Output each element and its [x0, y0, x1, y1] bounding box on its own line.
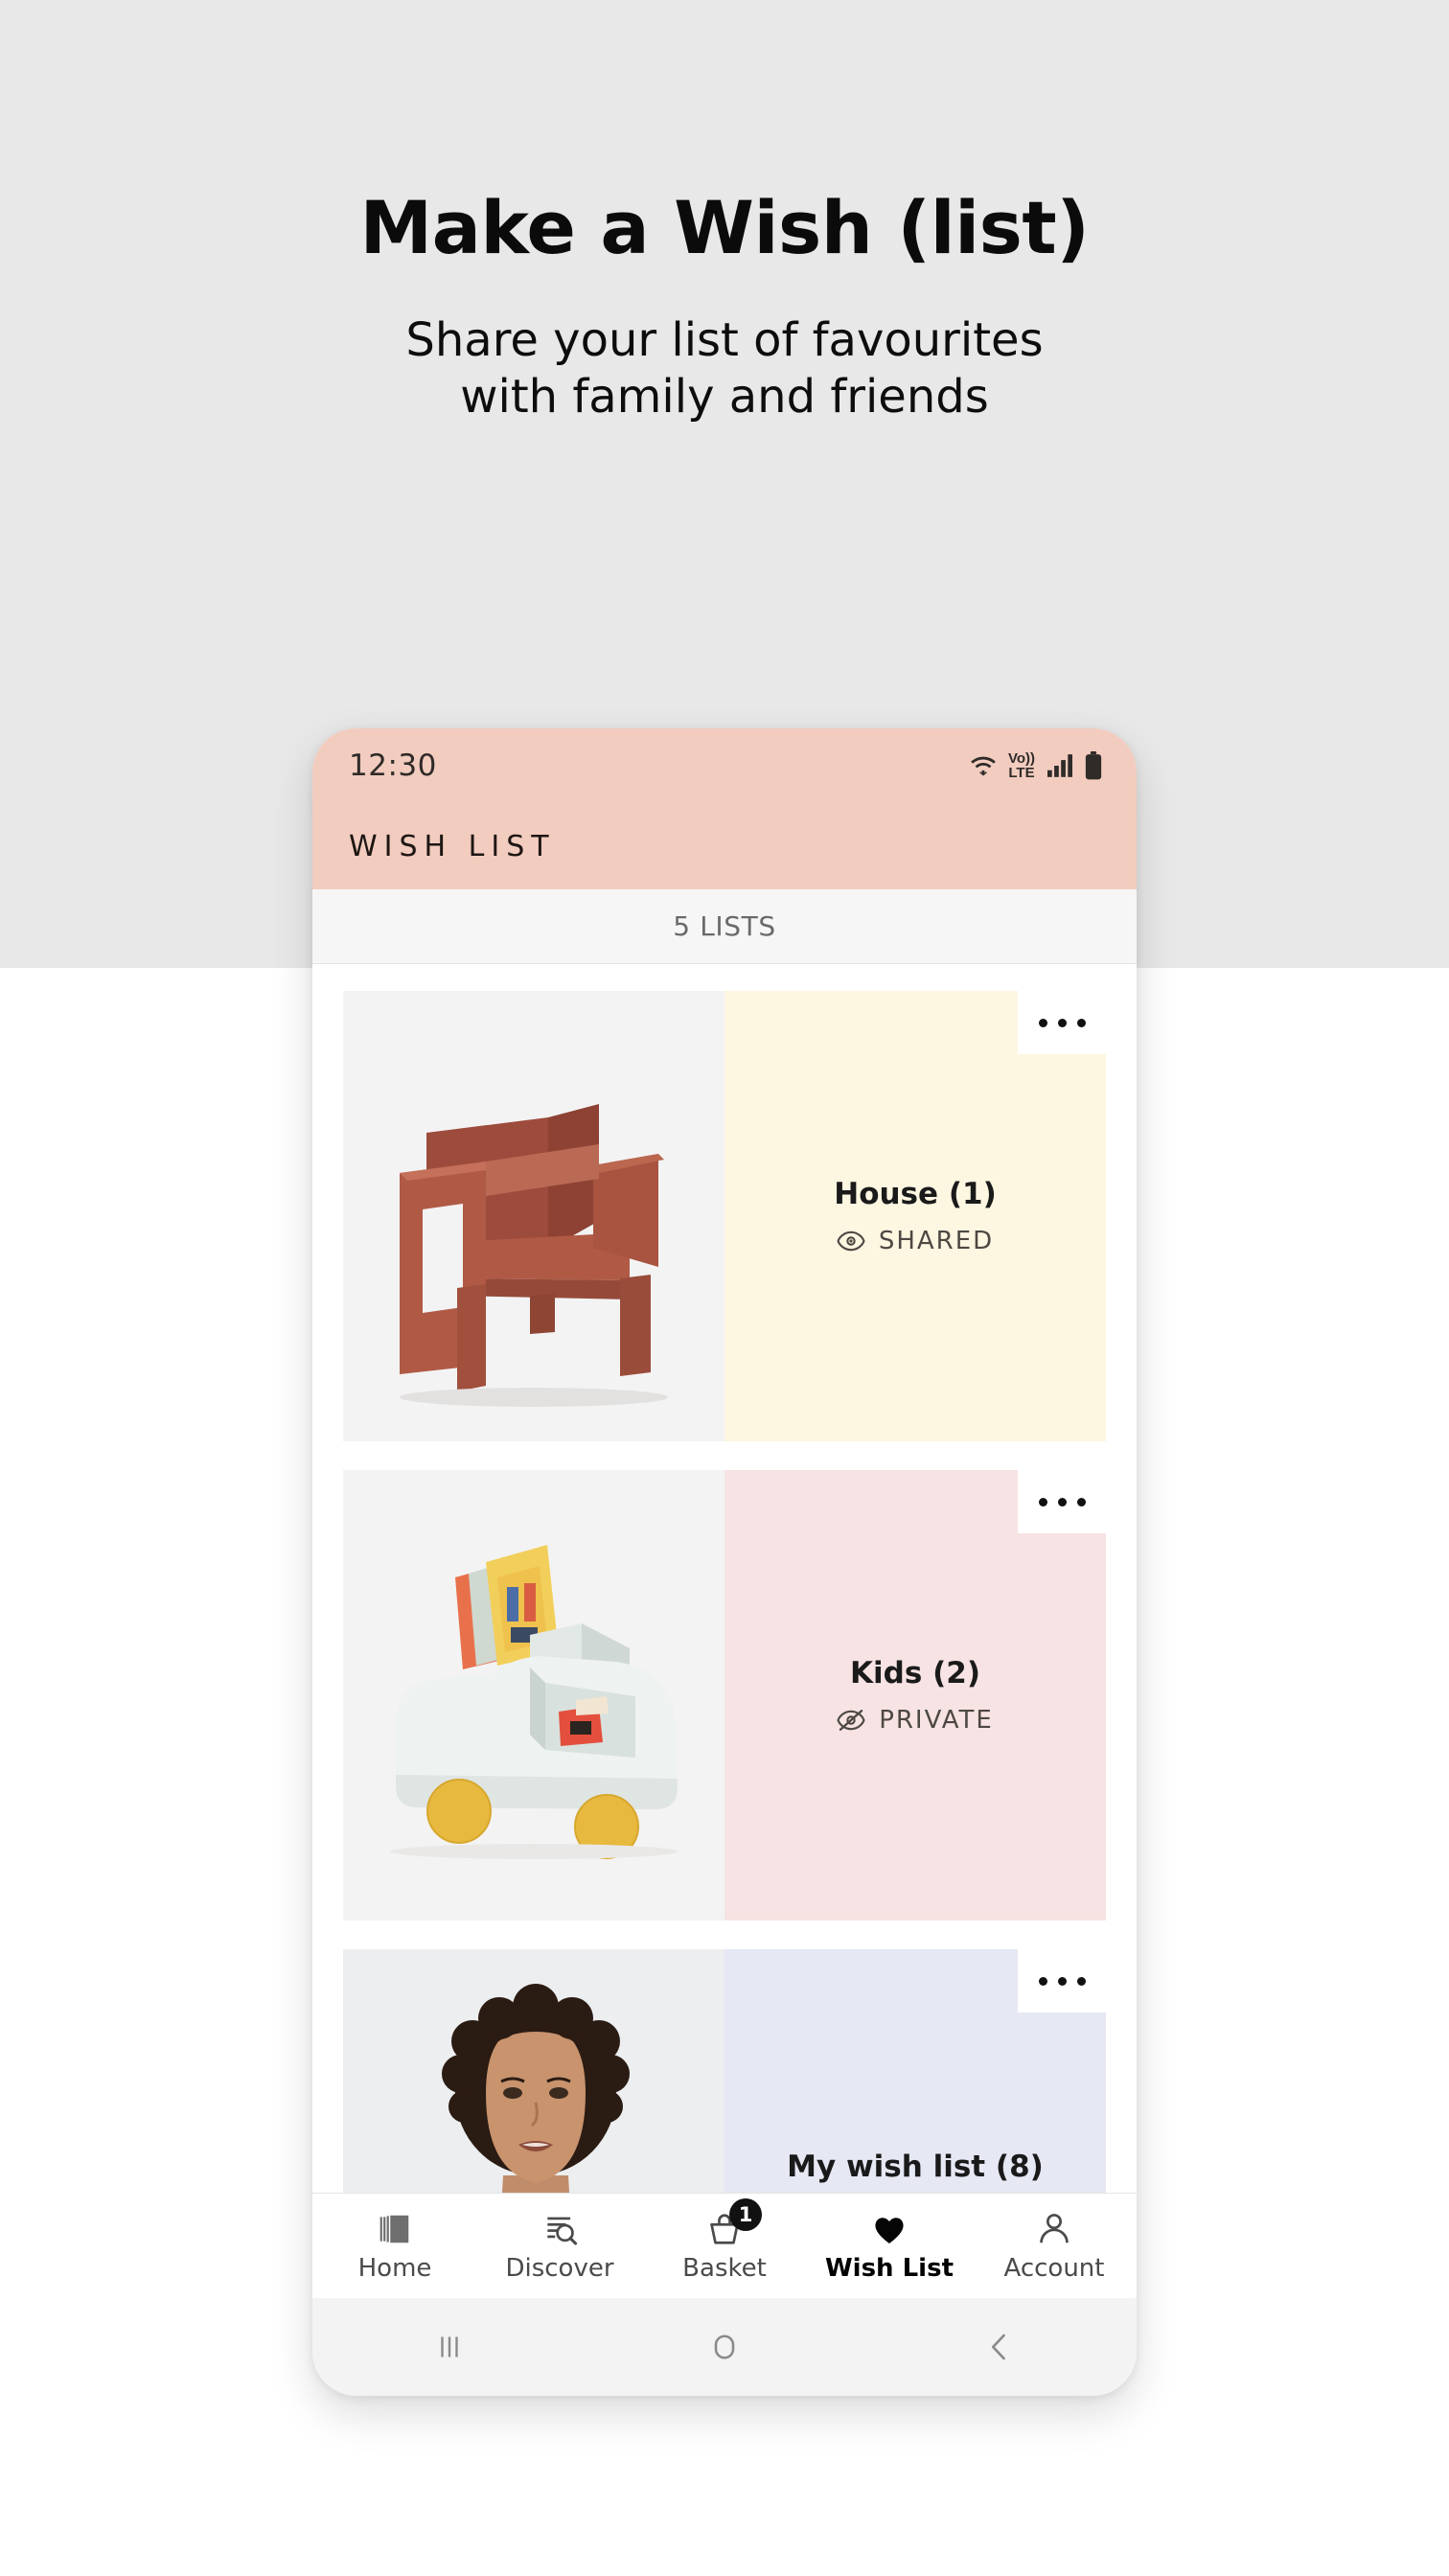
car-shaped-toy-storage-box-image [343, 1470, 724, 1920]
wifi-icon [971, 756, 996, 776]
volte-icon: Vo)) LTE [1008, 751, 1035, 780]
list-count-label: 5 LISTS [673, 910, 776, 942]
battery-icon [1085, 751, 1102, 780]
more-options-icon[interactable] [1018, 1470, 1106, 1533]
basket-icon: 1 [706, 2197, 762, 2248]
eye-off-icon [837, 1710, 865, 1731]
tab-account[interactable]: Account [972, 2194, 1137, 2298]
list-name: House (1) [834, 1177, 997, 1211]
privacy-label: SHARED [878, 1227, 995, 1255]
list-info-panel: Kids (2) PRIVATE [724, 1470, 1106, 1920]
tab-label: Basket [682, 2253, 767, 2283]
person-icon [1036, 2210, 1072, 2248]
tab-label: Discover [505, 2253, 614, 2283]
status-badge: SHARED [837, 1227, 994, 1255]
back-chevron-icon [991, 2334, 1005, 2360]
volte-top-label: Vo)) [1007, 750, 1035, 767]
list-item[interactable]: House (1) SHARED [343, 991, 1106, 1441]
tab-basket[interactable]: 1 Basket [642, 2194, 807, 2298]
eye-icon [837, 1230, 865, 1252]
privacy-label: PRIVATE [879, 1706, 994, 1735]
recents-icon [441, 2336, 459, 2358]
phone-mockup: 12:30 Vo)) LTE WISH LIST 5 LISTS House (… [312, 728, 1137, 2396]
recents-button[interactable] [312, 2330, 587, 2364]
status-bar: 12:30 Vo)) LTE [312, 728, 1137, 803]
heart-filled-icon [871, 2210, 908, 2248]
page-title: Make a Wish (list) [359, 185, 1090, 270]
tab-home[interactable]: Home [312, 2194, 477, 2298]
page-subtitle-line-2: with family and friends [460, 369, 989, 424]
volte-bottom-label: LTE [1008, 765, 1035, 781]
home-book-icon [377, 2210, 413, 2248]
wish-list-container[interactable]: House (1) SHARED Kids (2) PRIVATE My wis… [312, 964, 1137, 2300]
list-info-panel: House (1) SHARED [724, 991, 1106, 1441]
list-thumbnail [343, 1470, 724, 1920]
bottom-tab-bar: Home Discover 1 Basket Wish List Account [312, 2193, 1137, 2298]
status-bar-time: 12:30 [349, 748, 437, 783]
page-subtitle: Share your list of favourites with famil… [0, 312, 1449, 425]
rust-velvet-armchair-image [343, 991, 724, 1441]
list-name: Kids (2) [850, 1656, 980, 1690]
basket-badge-count: 1 [729, 2197, 762, 2231]
list-count-bar: 5 LISTS [312, 889, 1137, 964]
list-item[interactable]: Kids (2) PRIVATE [343, 1470, 1106, 1920]
tab-label: Wish List [824, 2253, 954, 2283]
page-subtitle-line-1: Share your list of favourites [405, 313, 1044, 367]
tab-label: Home [357, 2253, 432, 2283]
tab-discover[interactable]: Discover [477, 2194, 642, 2298]
list-thumbnail [343, 991, 724, 1441]
more-options-icon[interactable] [1018, 1949, 1106, 2012]
promo-text-block: Make a Wish (list) Share your list of fa… [0, 0, 1449, 425]
status-bar-icons: Vo)) LTE [969, 751, 1102, 780]
home-circle-icon [714, 2334, 735, 2359]
more-options-icon[interactable] [1018, 991, 1106, 1054]
back-button[interactable] [862, 2330, 1137, 2364]
tab-label: Account [1003, 2253, 1105, 2283]
app-header: WISH LIST [312, 803, 1137, 889]
home-button[interactable] [587, 2330, 862, 2364]
signal-bars-icon [1047, 754, 1072, 777]
android-system-nav [312, 2298, 1137, 2396]
search-list-icon [541, 2210, 578, 2248]
list-name: My wish list (8) [787, 2150, 1044, 2184]
tab-wish-list[interactable]: Wish List [807, 2194, 972, 2298]
app-title: WISH LIST [349, 829, 556, 863]
status-badge: PRIVATE [837, 1706, 994, 1735]
